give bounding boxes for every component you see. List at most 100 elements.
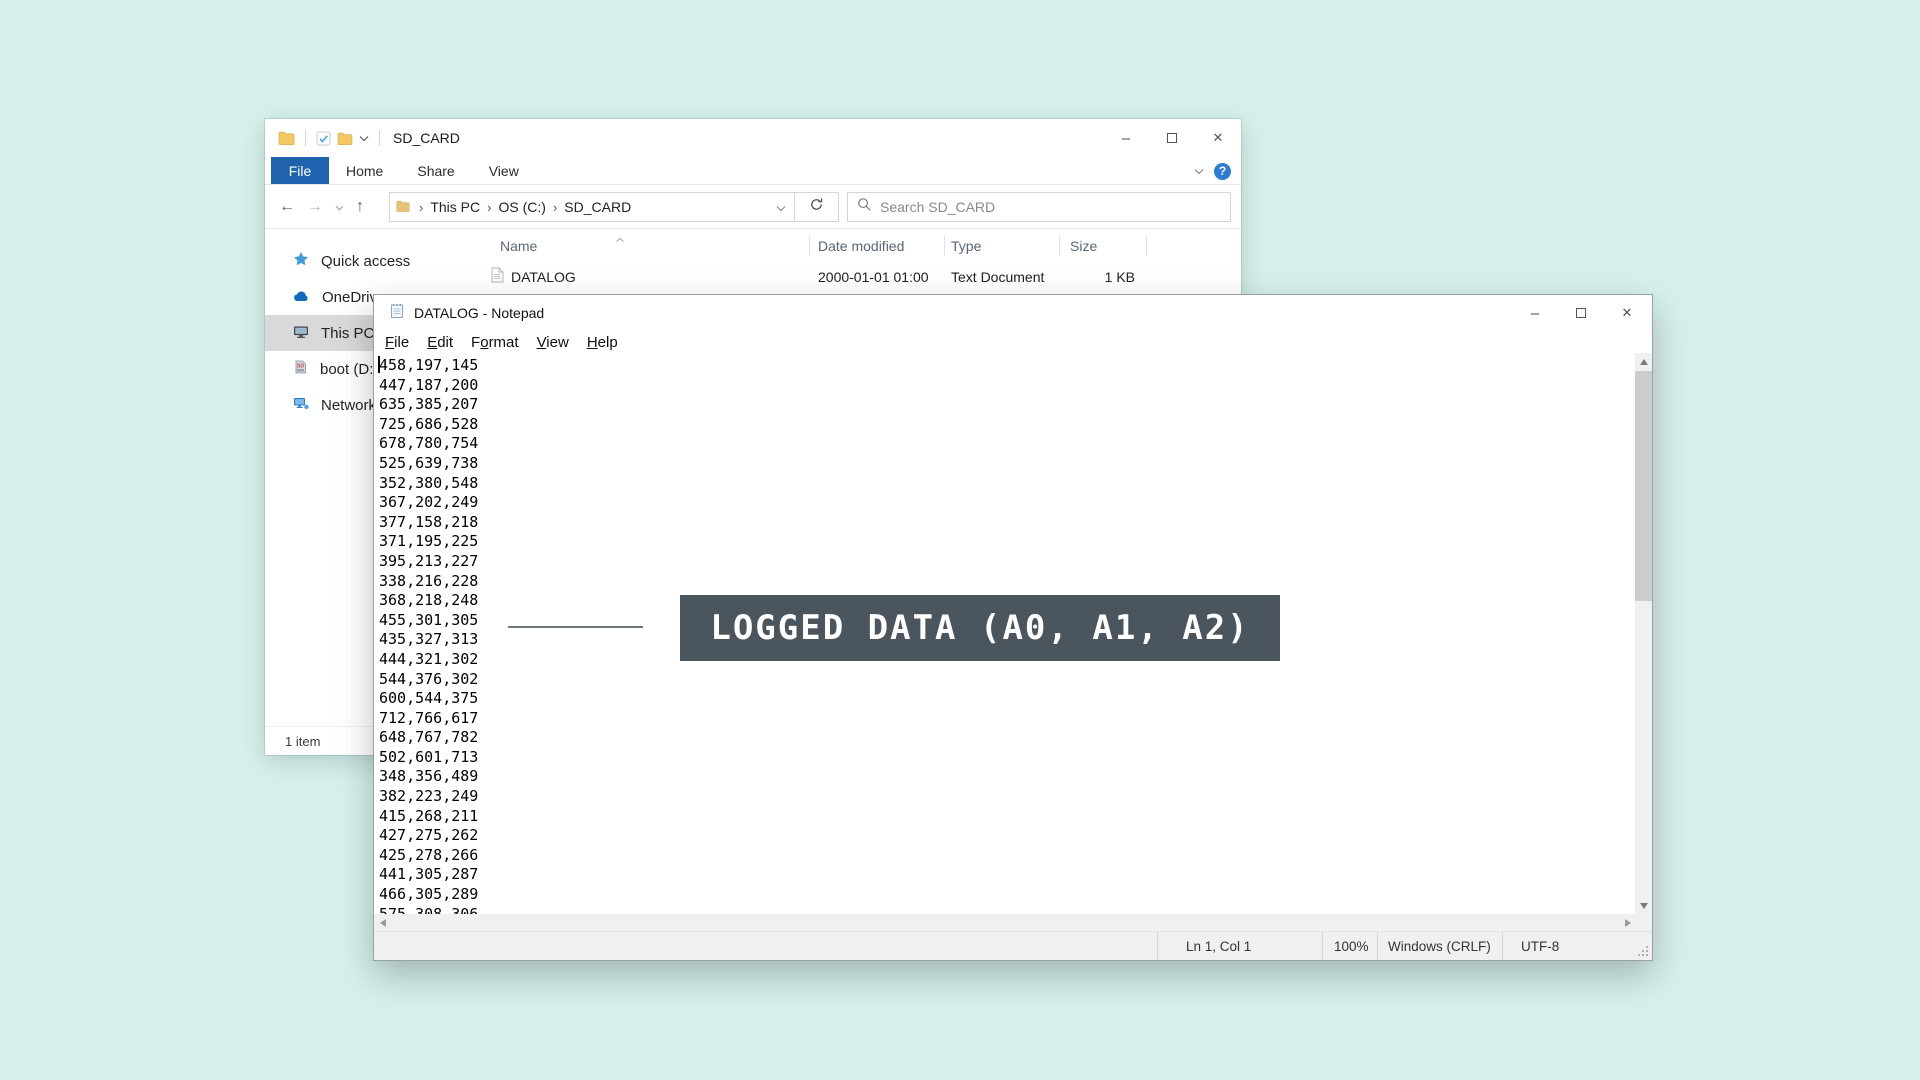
explorer-ribbon: File Home Share View ? <box>265 157 1241 185</box>
new-folder-icon[interactable] <box>337 132 353 145</box>
ribbon-tab-file[interactable]: File <box>271 157 329 184</box>
ribbon-tab-share[interactable]: Share <box>400 157 471 184</box>
notepad-text-line: 525,639,738 <box>379 454 1636 474</box>
address-dropdown-chevron-icon[interactable] <box>776 199 788 215</box>
status-cursor-position: Ln 1, Col 1 <box>1157 932 1322 960</box>
notepad-text-line: 648,767,782 <box>379 728 1636 748</box>
text-caret <box>378 356 380 373</box>
menu-view[interactable]: View <box>528 334 578 351</box>
minimize-icon: – <box>1531 305 1539 322</box>
column-header-type[interactable]: Type <box>945 236 1060 256</box>
search-box[interactable] <box>847 192 1231 222</box>
notepad-app-icon <box>389 303 405 324</box>
notepad-menubar: FileEditFormatViewHelp <box>374 331 1652 353</box>
breadcrumb-this-pc[interactable]: This PC <box>430 199 480 215</box>
address-folder-icon <box>396 199 410 215</box>
resize-grip-icon[interactable] <box>1646 954 1648 956</box>
notepad-text-line: 712,766,617 <box>379 709 1636 729</box>
status-zoom-level: 100% <box>1322 932 1377 960</box>
notepad-status-bar: Ln 1, Col 1 100% Windows (CRLF) UTF-8 <box>374 931 1652 960</box>
notepad-text-line: 575,308,306 <box>379 905 1636 914</box>
menu-edit[interactable]: Edit <box>418 334 462 351</box>
column-header-date-modified[interactable]: Date modified <box>810 236 945 256</box>
file-list: Name Date modified Type Size DATALOG 200… <box>455 229 1241 291</box>
notepad-text-line: 348,356,489 <box>379 767 1636 787</box>
notepad-maximize-button[interactable] <box>1558 295 1604 331</box>
notepad-close-button[interactable]: ✕ <box>1604 295 1650 331</box>
titlebar-separator <box>379 130 380 146</box>
column-header-name[interactable]: Name <box>455 236 810 256</box>
forward-arrow-icon[interactable]: → <box>307 199 323 215</box>
star-icon <box>293 251 309 271</box>
notepad-text-line: 635,385,207 <box>379 395 1636 415</box>
explorer-titlebar[interactable]: SD_CARD – ✕ <box>265 119 1241 157</box>
file-size: 1 KB <box>1060 269 1147 285</box>
annotation-line <box>508 626 643 628</box>
annotation-label: LOGGED DATA (A0, A1, A2) <box>680 595 1280 661</box>
explorer-minimize-button[interactable]: – <box>1103 119 1149 157</box>
status-encoding: UTF-8 <box>1502 932 1652 960</box>
notepad-text-line: 371,195,225 <box>379 532 1636 552</box>
breadcrumb-os-c[interactable]: OS (C:) <box>498 199 545 215</box>
notepad-text-line: 725,686,528 <box>379 415 1636 435</box>
item-count: 1 item <box>285 734 320 749</box>
sidebar-item-quick-access[interactable]: Quick access <box>265 243 455 279</box>
scroll-down-arrow-icon[interactable] <box>1635 897 1652 914</box>
search-icon <box>857 197 872 217</box>
notepad-text-line: 458,197,145 <box>379 356 1636 376</box>
text-document-icon <box>490 267 504 286</box>
notepad-minimize-button[interactable]: – <box>1512 295 1558 331</box>
sidebar-item-label: boot (D:) <box>320 361 378 378</box>
ribbon-tab-home[interactable]: Home <box>329 157 400 184</box>
up-arrow-icon[interactable]: ↑ <box>356 199 364 215</box>
network-icon <box>293 396 309 414</box>
menu-format[interactable]: Format <box>462 334 528 351</box>
scroll-right-arrow-icon[interactable] <box>1619 914 1636 931</box>
notepad-text-line: 502,601,713 <box>379 748 1636 768</box>
ribbon-tab-view[interactable]: View <box>472 157 536 184</box>
minimize-icon: – <box>1122 130 1130 147</box>
recent-locations-chevron-icon[interactable] <box>335 198 344 216</box>
breadcrumb-sd-card[interactable]: SD_CARD <box>564 199 631 215</box>
notepad-text-line: 427,275,262 <box>379 826 1636 846</box>
notepad-text-line: 367,202,249 <box>379 493 1636 513</box>
notepad-text-line: 678,780,754 <box>379 434 1636 454</box>
scroll-up-arrow-icon[interactable] <box>1635 353 1652 370</box>
file-name: DATALOG <box>511 269 576 285</box>
search-input[interactable] <box>880 199 1221 215</box>
maximize-icon <box>1167 133 1177 143</box>
breadcrumb[interactable]: › This PC › OS (C:) › SD_CARD <box>389 192 795 222</box>
refresh-button[interactable] <box>795 192 839 222</box>
breadcrumb-separator: › <box>480 200 498 215</box>
sort-ascending-icon[interactable] <box>615 230 625 246</box>
explorer-maximize-button[interactable] <box>1149 119 1195 157</box>
notepad-text-line: 382,223,249 <box>379 787 1636 807</box>
scroll-left-arrow-icon[interactable] <box>374 914 391 931</box>
notepad-text-line: 338,216,228 <box>379 572 1636 592</box>
vertical-scrollbar[interactable] <box>1635 353 1652 914</box>
menu-help[interactable]: Help <box>578 334 627 351</box>
qat-customize-chevron-icon[interactable] <box>359 135 369 142</box>
vertical-scrollbar-thumb[interactable] <box>1635 371 1652 601</box>
maximize-icon <box>1576 308 1586 318</box>
sidebar-item-label: This PC <box>321 325 374 342</box>
explorer-app-folder-icon <box>278 131 295 145</box>
menu-file[interactable]: File <box>376 334 418 351</box>
refresh-icon <box>809 197 824 217</box>
file-row-datalog[interactable]: DATALOG 2000-01-01 01:00 Text Document 1… <box>455 262 1241 291</box>
column-header-size[interactable]: Size <box>1060 236 1147 256</box>
notepad-window-title: DATALOG - Notepad <box>414 305 544 321</box>
notepad-text-line: 544,376,302 <box>379 670 1636 690</box>
column-headers: Name Date modified Type Size <box>455 229 1241 262</box>
back-arrow-icon[interactable]: ← <box>279 199 295 215</box>
breadcrumb-separator: › <box>412 200 430 215</box>
horizontal-scrollbar[interactable] <box>374 914 1636 931</box>
expand-ribbon-chevron-icon[interactable] <box>1194 162 1204 180</box>
notepad-text-line: 377,158,218 <box>379 513 1636 533</box>
properties-check-icon[interactable] <box>316 131 331 146</box>
help-button[interactable]: ? <box>1214 163 1231 180</box>
notepad-titlebar[interactable]: DATALOG - Notepad – ✕ <box>374 295 1652 331</box>
notepad-text-line: 600,544,375 <box>379 689 1636 709</box>
explorer-close-button[interactable]: ✕ <box>1195 119 1241 157</box>
cloud-icon <box>293 289 310 306</box>
